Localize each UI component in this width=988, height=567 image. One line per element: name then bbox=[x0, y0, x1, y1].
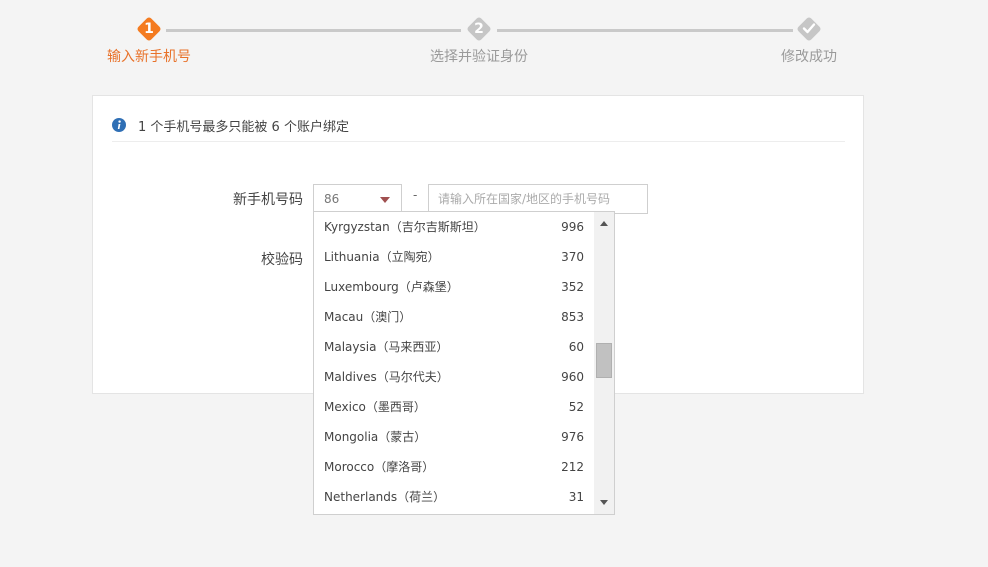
check-icon bbox=[802, 23, 816, 34]
country-name: Kyrgyzstan（吉尔吉斯斯坦） bbox=[324, 220, 486, 234]
country-option[interactable]: Macau（澳门） 853 bbox=[314, 302, 594, 332]
country-dial-code: 60 bbox=[568, 340, 584, 354]
phone-number-input[interactable] bbox=[428, 184, 648, 214]
step-connector-2 bbox=[497, 29, 793, 32]
divider bbox=[112, 141, 845, 142]
step-2-marker: 2 bbox=[466, 16, 492, 42]
country-dropdown[interactable]: Kyrgyzstan（吉尔吉斯斯坦） 996 Lithuania（立陶宛） 37… bbox=[313, 211, 615, 515]
step-connector-1 bbox=[166, 29, 461, 32]
country-option[interactable]: Mongolia（蒙古） 976 bbox=[314, 422, 594, 452]
country-name: Morocco（摩洛哥） bbox=[324, 460, 435, 474]
step-2-label: 选择并验证身份 bbox=[430, 49, 528, 65]
country-list: Kyrgyzstan（吉尔吉斯斯坦） 996 Lithuania（立陶宛） 37… bbox=[314, 212, 594, 512]
country-dial-code: 976 bbox=[561, 430, 584, 444]
step-1-number: 1 bbox=[144, 21, 154, 37]
scrollbar-thumb[interactable] bbox=[596, 343, 612, 378]
country-code-value: 86 bbox=[324, 192, 340, 206]
progress-stepper: 1 2 输入新手机号 选择并验证身份 修改成功 bbox=[0, 0, 988, 80]
country-name: Luxembourg（卢森堡） bbox=[324, 280, 459, 294]
country-option[interactable]: Morocco（摩洛哥） 212 bbox=[314, 452, 594, 482]
info-icon bbox=[112, 118, 126, 132]
scroll-up-arrow-icon[interactable] bbox=[600, 221, 608, 226]
country-option[interactable]: Mexico（墨西哥） 52 bbox=[314, 392, 594, 422]
country-name: Malaysia（马来西亚） bbox=[324, 340, 449, 354]
country-dial-code: 960 bbox=[561, 370, 584, 384]
country-option[interactable]: Luxembourg（卢森堡） 352 bbox=[314, 272, 594, 302]
step-1-label: 输入新手机号 bbox=[107, 49, 191, 65]
country-dial-code: 370 bbox=[561, 250, 584, 264]
country-dial-code: 996 bbox=[561, 220, 584, 234]
step-1-marker: 1 bbox=[136, 16, 162, 42]
notice-text: 1 个手机号最多只能被 6 个账户绑定 bbox=[138, 119, 349, 135]
country-dial-code: 853 bbox=[561, 310, 584, 324]
country-dial-code: 52 bbox=[568, 400, 584, 414]
country-dial-code: 352 bbox=[561, 280, 584, 294]
step-3-marker bbox=[796, 16, 822, 42]
country-name: Mexico（墨西哥） bbox=[324, 400, 426, 414]
caret-down-icon bbox=[380, 197, 390, 203]
country-option[interactable]: Malaysia（马来西亚） 60 bbox=[314, 332, 594, 362]
separator-dash: - bbox=[413, 188, 418, 202]
dropdown-scrollbar[interactable] bbox=[594, 212, 614, 514]
new-phone-label: 新手机号码 bbox=[233, 192, 303, 208]
country-name: Netherlands（荷兰） bbox=[324, 490, 446, 504]
step-3-label: 修改成功 bbox=[781, 49, 837, 65]
country-option[interactable]: Lithuania（立陶宛） 370 bbox=[314, 242, 594, 272]
country-option[interactable]: Maldives（马尔代夫） 960 bbox=[314, 362, 594, 392]
country-name: Mongolia（蒙古） bbox=[324, 430, 427, 444]
country-name: Maldives（马尔代夫） bbox=[324, 370, 449, 384]
verification-code-label: 校验码 bbox=[261, 252, 303, 268]
country-dial-code: 212 bbox=[561, 460, 584, 474]
country-name: Macau（澳门） bbox=[324, 310, 412, 324]
step-2-number: 2 bbox=[474, 21, 484, 37]
country-dial-code: 31 bbox=[568, 490, 584, 504]
country-option[interactable]: Netherlands（荷兰） 31 bbox=[314, 482, 594, 512]
scroll-down-arrow-icon[interactable] bbox=[600, 500, 608, 505]
country-name: Lithuania（立陶宛） bbox=[324, 250, 440, 264]
country-code-select[interactable]: 86 bbox=[313, 184, 402, 213]
binding-limit-notice: 1 个手机号最多只能被 6 个账户绑定 bbox=[112, 115, 349, 135]
country-option[interactable]: Kyrgyzstan（吉尔吉斯斯坦） 996 bbox=[314, 212, 594, 242]
